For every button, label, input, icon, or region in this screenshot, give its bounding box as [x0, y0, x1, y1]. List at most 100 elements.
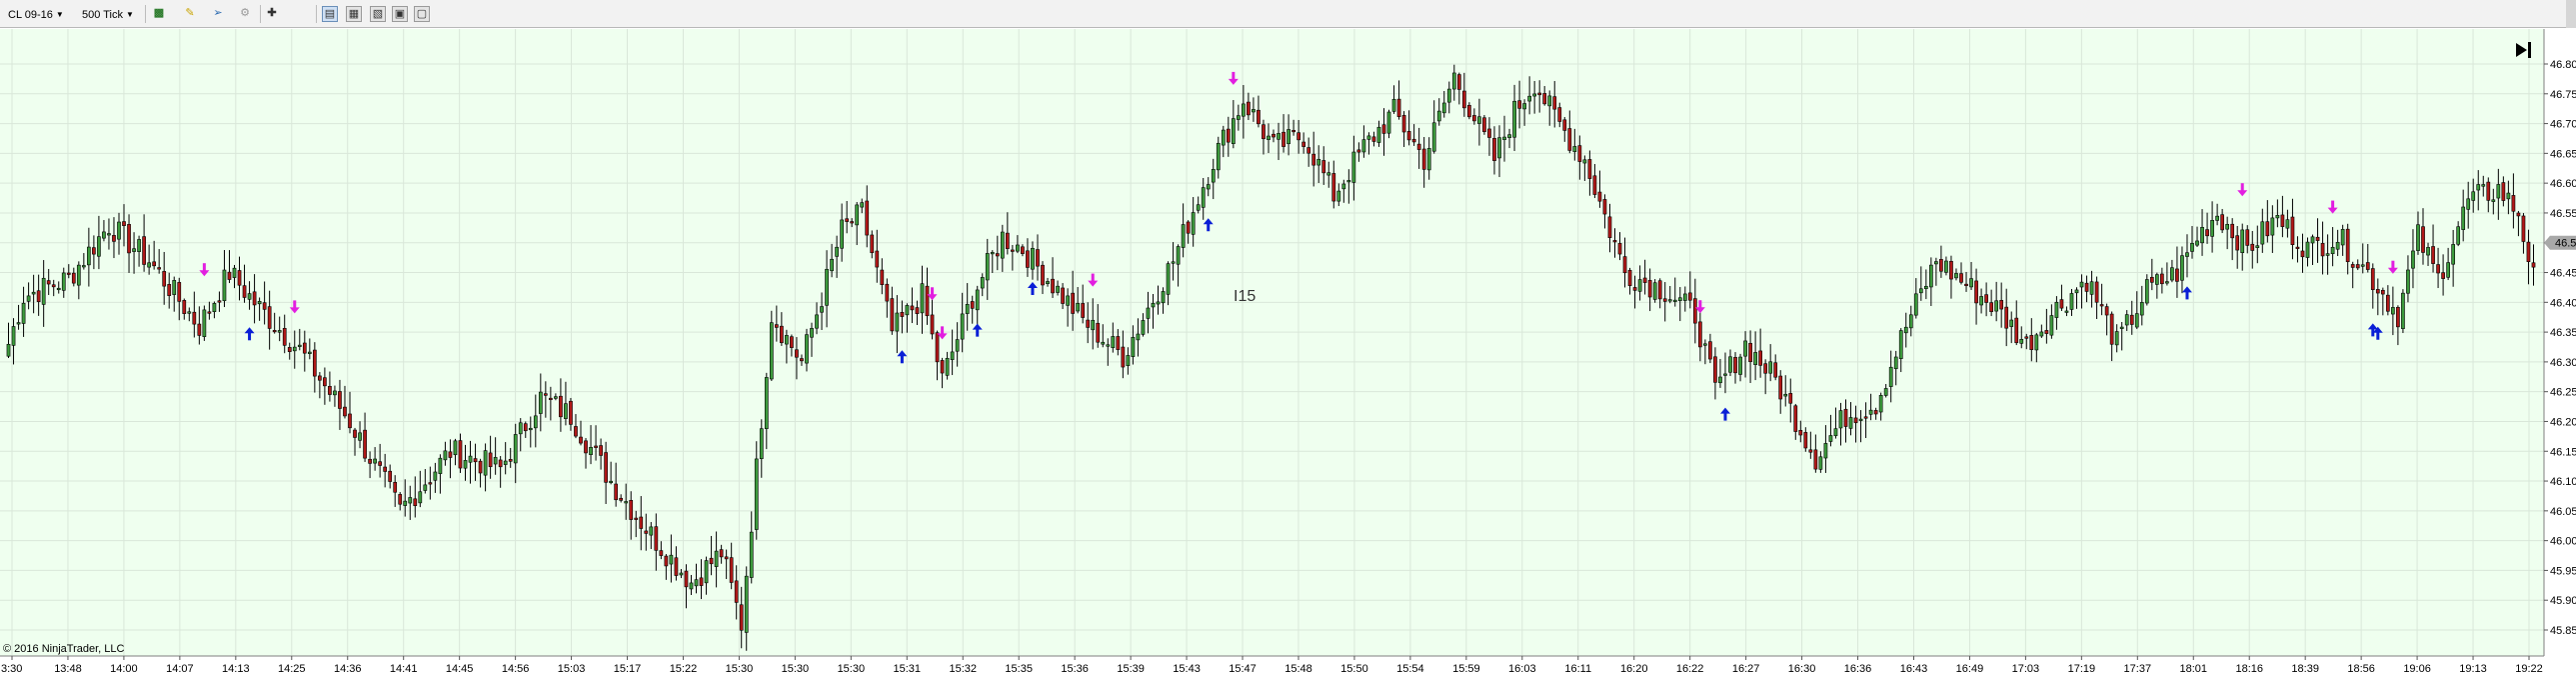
candle-up: [980, 277, 985, 289]
candle-down: [1974, 280, 1978, 304]
candle-down: [177, 282, 182, 302]
candle-down: [644, 530, 649, 534]
window-icon[interactable]: ▢: [414, 6, 430, 22]
candle-down: [1597, 191, 1602, 202]
crosshair-icon[interactable]: ✚: [264, 6, 280, 22]
candle-down: [1612, 240, 1617, 243]
candle-down: [1627, 269, 1632, 286]
candle-down: [543, 393, 548, 396]
candle-up: [2039, 331, 2044, 337]
candle-down: [995, 253, 1000, 257]
candle-up: [1903, 326, 1908, 334]
candle-down: [36, 290, 41, 302]
candle-up: [1878, 394, 1883, 413]
candle-down: [2531, 262, 2536, 268]
candle-up: [1076, 303, 1081, 312]
candle-down: [428, 482, 433, 485]
pin-icon[interactable]: ➢: [210, 6, 226, 22]
bar-type-icon[interactable]: ▩: [151, 6, 167, 22]
candle-down: [2280, 214, 2285, 227]
instrument-selector[interactable]: CL 09-16 ▼: [8, 7, 64, 23]
candle-up: [1216, 142, 1221, 171]
candle-up: [2069, 293, 2074, 310]
candle-down: [1964, 283, 1968, 286]
candle-down: [915, 307, 920, 314]
candle-down: [1321, 160, 1326, 174]
candle-down: [112, 235, 116, 242]
candle-up: [1151, 302, 1156, 308]
candle-down: [142, 236, 146, 265]
candle-down: [413, 498, 418, 507]
x-tick-label: 16:43: [1900, 663, 1928, 675]
properties-icon[interactable]: ▤: [322, 6, 338, 22]
candle-up: [1056, 285, 1060, 293]
candle-down: [935, 332, 940, 363]
drawing-pencil-icon[interactable]: ✎: [182, 6, 198, 22]
candle-down: [1021, 246, 1025, 254]
candle-up: [1677, 297, 1682, 302]
candle-up: [2401, 292, 2405, 329]
candle-up: [87, 246, 91, 266]
candle-up: [2124, 314, 2129, 326]
candle-down: [1647, 280, 1652, 298]
price-chart[interactable]: 46.80 46.75 46.70 46.65 46.60 46.55 46.50 46.45…: [0, 29, 2576, 685]
x-tick-label: 15:54: [1396, 663, 1424, 675]
y-tick-label: 46.30: [2550, 357, 2576, 369]
candle-up: [769, 322, 774, 380]
scroll-to-end-button[interactable]: [2511, 37, 2537, 63]
candle-up: [1718, 376, 1722, 384]
candle-down: [2431, 246, 2435, 264]
x-tick-label: 17:19: [2068, 663, 2096, 675]
candle-down: [639, 516, 644, 529]
candle-up: [1436, 110, 1441, 122]
candle-down: [1186, 221, 1191, 234]
candle-down: [1116, 336, 1121, 350]
x-tick-label: 16:30: [1788, 663, 1816, 675]
strategy-icon[interactable]: ⚙: [237, 6, 253, 22]
candle-up: [1237, 115, 1241, 120]
candle-down: [845, 218, 850, 222]
candle-down: [1537, 92, 1542, 96]
candle-up: [1146, 307, 1151, 319]
candle-down: [2149, 276, 2154, 283]
candle-up: [1532, 93, 1537, 97]
x-tick-label: 16:36: [1844, 663, 1872, 675]
candle-up: [1728, 356, 1732, 373]
candle-up: [1101, 341, 1106, 345]
data-box-icon[interactable]: ▦: [346, 6, 362, 22]
x-tick-label: 16:11: [1564, 663, 1591, 675]
candle-down: [1863, 416, 1868, 419]
candle-down: [2160, 273, 2164, 285]
candle-down: [800, 358, 804, 362]
x-tick-label: 16:22: [1676, 663, 1704, 675]
template-icon[interactable]: ▣: [392, 6, 408, 22]
candle-down: [1482, 117, 1486, 132]
candle-up: [1893, 356, 1898, 370]
candle-down: [1602, 199, 1607, 215]
candle-up: [1277, 133, 1281, 140]
candle-down: [1257, 109, 1261, 125]
y-tick-label: 45.90: [2550, 595, 2576, 607]
candle-up: [2330, 246, 2335, 255]
candle-up: [2275, 215, 2280, 219]
candle-up: [2255, 245, 2260, 248]
interval-selector[interactable]: 500 Tick ▼: [82, 7, 134, 23]
candle-down: [488, 452, 493, 468]
candle-down: [217, 300, 222, 303]
candle-up: [423, 484, 428, 491]
candle-down: [719, 549, 724, 558]
candle-down: [1763, 363, 1768, 374]
candle-up: [373, 458, 377, 464]
candle-down: [910, 305, 915, 311]
candle-down: [1843, 408, 1848, 427]
candle-up: [1181, 224, 1186, 248]
candle-up: [1000, 231, 1005, 259]
candle-up: [749, 531, 754, 578]
candle-up: [1221, 129, 1226, 146]
candle-up: [132, 248, 136, 252]
candle-up: [493, 457, 498, 465]
chart-trader-icon[interactable]: ▧: [370, 6, 386, 22]
x-tick-label: 14:45: [446, 663, 474, 675]
candle-down: [1657, 280, 1662, 300]
candle-up: [2305, 241, 2310, 258]
